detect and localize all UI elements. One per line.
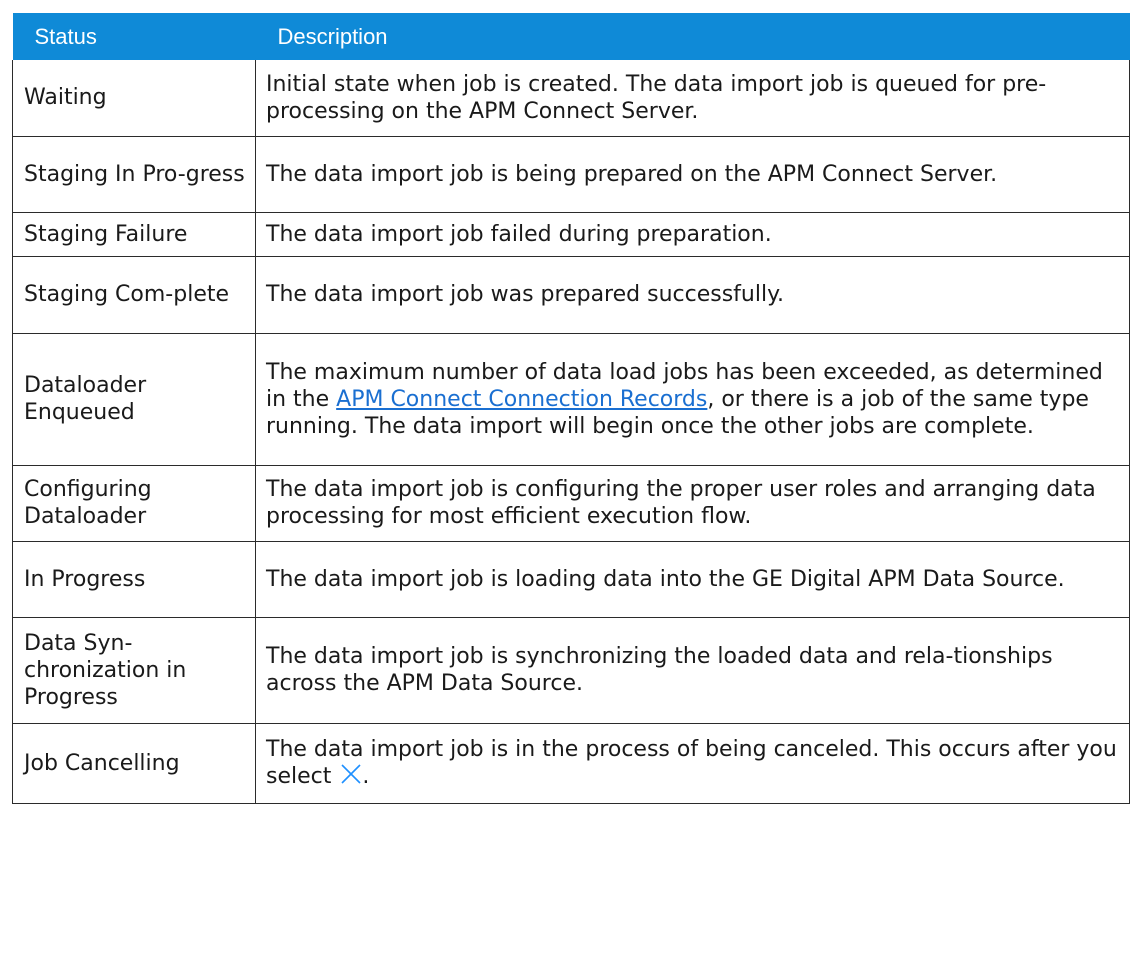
table-row: Staging Failure The data import job fail… <box>12 211 1130 257</box>
table-row: Waiting Initial state when job is create… <box>12 60 1130 137</box>
status-cell: Job Cancelling <box>12 722 256 804</box>
status-cell: In Progress <box>12 540 256 618</box>
close-x-icon <box>340 763 362 785</box>
status-cell: Waiting <box>12 60 256 137</box>
table-row: Configuring Dataloader The data import j… <box>12 464 1130 542</box>
table-row: In Progress The data import job is loadi… <box>12 540 1130 618</box>
status-cell: Data Syn-chronization in Progress <box>12 616 256 724</box>
status-cell: Staging Failure <box>12 211 256 257</box>
table-row: Dataloader Enqueued The maximum number o… <box>12 332 1130 466</box>
table-row: Staging Com-plete The data import job wa… <box>12 255 1130 334</box>
table-row: Job Cancelling The data import job is in… <box>12 722 1130 804</box>
description-cell: The data import job failed during prepar… <box>255 211 1130 257</box>
apm-connect-connection-records-link[interactable]: APM Connect Connection Records <box>336 387 707 412</box>
status-cell: Configuring Dataloader <box>12 464 256 542</box>
status-cell: Staging Com-plete <box>12 255 256 334</box>
table-row: Data Syn-chronization in Progress The da… <box>12 616 1130 724</box>
description-text: . <box>362 764 370 789</box>
table-header-row: Status Description <box>12 13 1130 60</box>
description-cell: The data import job is configuring the p… <box>255 464 1130 542</box>
status-column-header: Status <box>12 13 256 60</box>
description-cell: The maximum number of data load jobs has… <box>255 332 1130 466</box>
description-cell: The data import job is loading data into… <box>255 540 1130 618</box>
table-row: Staging In Pro-gress The data import job… <box>12 135 1130 213</box>
status-cell: Staging In Pro-gress <box>12 135 256 213</box>
status-cell: Dataloader Enqueued <box>12 332 256 466</box>
description-cell: The data import job is in the process of… <box>255 722 1130 804</box>
description-cell: The data import job was prepared success… <box>255 255 1130 334</box>
description-cell: The data import job is being prepared on… <box>255 135 1130 213</box>
job-status-table: Status Description Waiting Initial state… <box>12 13 1130 804</box>
description-text: The data import job is in the process of… <box>266 737 1117 789</box>
description-cell: Initial state when job is created. The d… <box>255 60 1130 137</box>
description-cell: The data import job is synchronizing the… <box>255 616 1130 724</box>
description-column-header: Description <box>255 13 1130 60</box>
